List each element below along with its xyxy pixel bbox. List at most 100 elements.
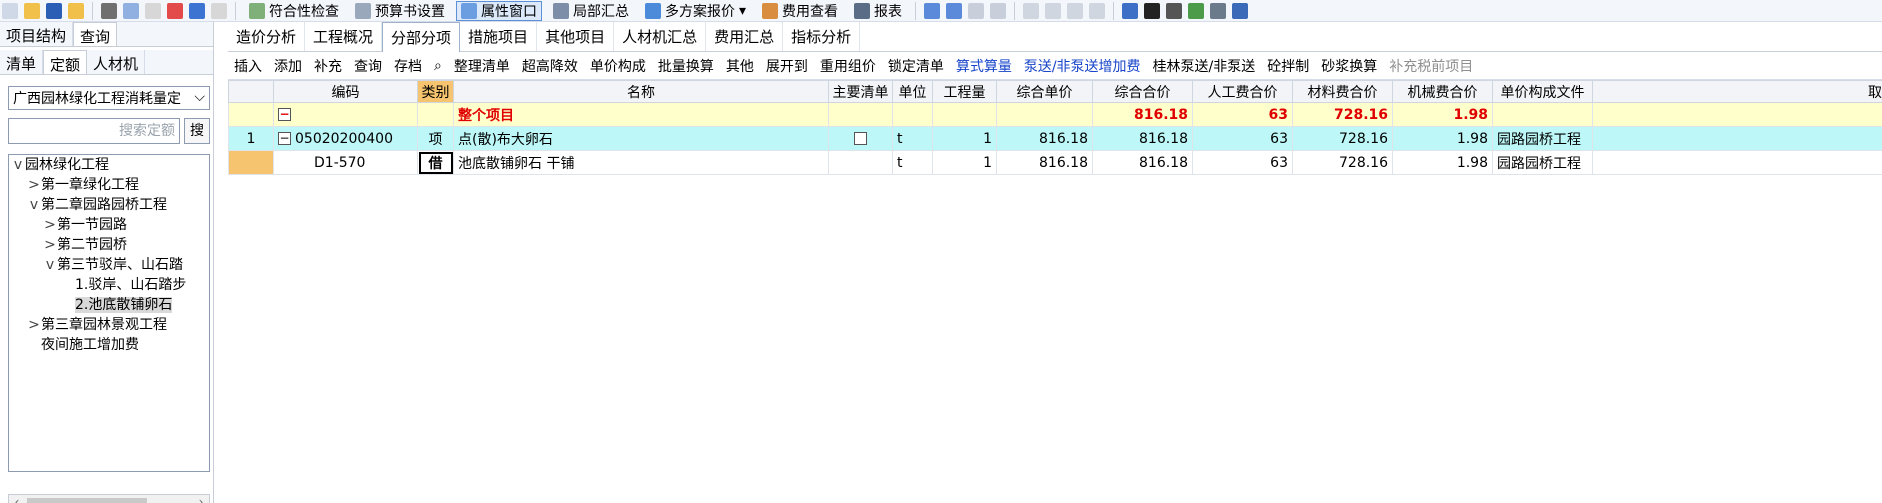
tree-node[interactable]: v 第二章园路园桥工程 <box>9 195 209 215</box>
tree-node[interactable]: >第三章园林景观工程 <box>9 315 209 335</box>
collapse-icon[interactable]: − <box>278 108 291 121</box>
tree-expand-icon[interactable]: > <box>27 315 41 335</box>
cell-seq[interactable] <box>228 150 274 175</box>
quota-library-select[interactable]: 广西园林绿化工程消耗量定 ⌵ <box>8 86 210 110</box>
redo-icon[interactable] <box>211 2 227 19</box>
search-button[interactable]: 搜 <box>184 118 210 144</box>
cell-extra[interactable] <box>1592 102 1882 127</box>
cell-material[interactable]: 728.16 <box>1292 150 1393 175</box>
supplement-menu[interactable]: 补充 <box>314 56 342 76</box>
cell-machine[interactable]: 1.98 <box>1392 150 1493 175</box>
mortar-conversion-button[interactable]: 砂浆换算 <box>1321 56 1377 76</box>
query-menu[interactable]: 查询 <box>354 56 382 76</box>
cell-total[interactable]: 816.18 <box>1092 126 1193 151</box>
list-icon[interactable] <box>1232 2 1249 19</box>
tree-node[interactable]: v 园林绿化工程 <box>9 155 209 175</box>
tab-project-overview[interactable]: 工程概况 <box>305 22 383 51</box>
unit-price-menu[interactable]: 单价构成 <box>590 56 646 76</box>
table-row-item[interactable]: 1 −05020200400 项 点(散)布大卵石 t 1 816.18 816… <box>228 126 1882 151</box>
report-button[interactable]: 报表 <box>849 1 907 21</box>
cell-main-list[interactable] <box>828 150 893 175</box>
table-row-project[interactable]: − 整个项目 816.18 63 728.16 1.98 <box>228 102 1882 127</box>
cell-unit-price[interactable] <box>996 102 1093 127</box>
layer-icon[interactable] <box>1188 2 1205 19</box>
cell-machine[interactable]: 1.98 <box>1392 102 1493 127</box>
tree-node[interactable]: 1.驳岸、山石踏步 <box>9 275 209 295</box>
lock-list-button[interactable]: 锁定清单 <box>888 56 944 76</box>
main-list-checkbox[interactable] <box>854 132 867 145</box>
tree-expand-icon[interactable]: v <box>43 255 57 275</box>
cell-seq[interactable]: 1 <box>228 126 274 151</box>
cell-extra[interactable] <box>1592 150 1882 175</box>
undo-icon[interactable] <box>189 2 205 19</box>
scroll-left-icon[interactable]: ‹ <box>9 495 25 503</box>
camera-icon[interactable] <box>1210 2 1227 19</box>
tab-labor-material-machine[interactable]: 人材机 <box>87 50 146 74</box>
cell-material[interactable]: 728.16 <box>1292 102 1393 127</box>
tab-measures[interactable]: 措施项目 <box>460 22 538 51</box>
copy-icon[interactable] <box>123 2 139 19</box>
tree-expand-icon[interactable]: v <box>11 155 25 175</box>
cell-total[interactable]: 816.18 <box>1092 150 1193 175</box>
first-icon[interactable] <box>924 2 941 19</box>
tree-node[interactable]: >第一节园路 <box>9 215 209 235</box>
cell-machine[interactable]: 1.98 <box>1392 126 1493 151</box>
cell-main-list[interactable] <box>828 102 893 127</box>
other-menu[interactable]: 其他 <box>726 56 754 76</box>
last-icon[interactable] <box>990 2 1007 19</box>
cell-code[interactable]: − <box>273 102 418 127</box>
insert-menu[interactable]: 插入 <box>234 56 262 76</box>
tree-node[interactable]: 夜间施工增加费 <box>9 335 209 355</box>
quota-search-input[interactable]: 搜索定额 <box>8 118 180 144</box>
cell-name[interactable]: 整个项目 <box>453 102 829 127</box>
compliance-check-button[interactable]: 符合性检查 <box>244 1 344 21</box>
partial-summary-button[interactable]: 局部汇总 <box>548 1 634 21</box>
cell-unit[interactable] <box>892 102 933 127</box>
scroll-thumb[interactable] <box>27 498 147 503</box>
tree-expand-icon[interactable]: > <box>27 175 41 195</box>
cell-quantity[interactable]: 1 <box>932 150 997 175</box>
table-row-quota[interactable]: D1-570 借 池底散铺卵石 干铺 t 1 816.18 816.18 63 … <box>228 150 1882 175</box>
budget-settings-button[interactable]: 预算书设置 <box>350 1 450 21</box>
tab-bill-list[interactable]: 清单 <box>0 50 44 74</box>
cell-labor[interactable]: 63 <box>1192 126 1293 151</box>
add-menu[interactable]: 添加 <box>274 56 302 76</box>
binoculars-icon[interactable]: ⌕ <box>434 58 442 74</box>
collapse-icon[interactable]: − <box>278 132 291 145</box>
cell-name[interactable]: 池底散铺卵石 干铺 <box>453 150 829 175</box>
tab-quota[interactable]: 定额 <box>43 50 88 74</box>
cell-code[interactable]: D1-570 <box>273 150 418 175</box>
cell-price-file[interactable]: 园路园桥工程 <box>1492 150 1593 175</box>
cell-extra[interactable] <box>1592 126 1882 151</box>
tab-other-items[interactable]: 其他项目 <box>537 22 615 51</box>
next-icon[interactable] <box>968 2 985 19</box>
organize-list-menu[interactable]: 整理清单 <box>454 56 510 76</box>
multi-plan-quote-button[interactable]: 多方案报价 ▾ <box>640 1 751 21</box>
expand-to-menu[interactable]: 展开到 <box>766 56 808 76</box>
cell-unit-price[interactable]: 816.18 <box>996 150 1093 175</box>
cell-code[interactable]: −05020200400 <box>273 126 418 151</box>
tree-node[interactable]: >第一章绿化工程 <box>9 175 209 195</box>
cell-type-borrowed[interactable]: 借 <box>417 150 454 175</box>
scroll-right-icon[interactable]: › <box>193 495 209 503</box>
concrete-mixing-button[interactable]: 砼拌制 <box>1267 56 1309 76</box>
tree-horizontal-scrollbar[interactable]: ‹ › <box>8 494 210 503</box>
tab-sub-items[interactable]: 分部分项 <box>382 22 461 52</box>
properties-window-button[interactable]: 属性窗口 <box>456 0 542 21</box>
cell-seq[interactable] <box>228 102 274 127</box>
left-arrow-icon[interactable] <box>1023 2 1040 19</box>
tree-node[interactable]: >第二节园桥 <box>9 235 209 255</box>
cell-labor[interactable]: 63 <box>1192 150 1293 175</box>
cell-price-file[interactable]: 园路园桥工程 <box>1492 126 1593 151</box>
cell-unit[interactable]: t <box>892 150 933 175</box>
down-arrow-icon[interactable] <box>1089 2 1106 19</box>
save-icon[interactable] <box>46 2 62 19</box>
height-reduction-menu[interactable]: 超高降效 <box>522 56 578 76</box>
cell-name[interactable]: 点(散)布大卵石 <box>453 126 829 151</box>
cell-price-file[interactable] <box>1492 102 1593 127</box>
tree-expand-icon[interactable]: v <box>27 195 41 215</box>
pre-tax-item-button[interactable]: 补充税前项目 <box>1389 56 1473 76</box>
up-arrow-icon[interactable] <box>1067 2 1084 19</box>
tree-expand-icon[interactable]: > <box>43 215 57 235</box>
folder-icon[interactable] <box>68 2 84 19</box>
